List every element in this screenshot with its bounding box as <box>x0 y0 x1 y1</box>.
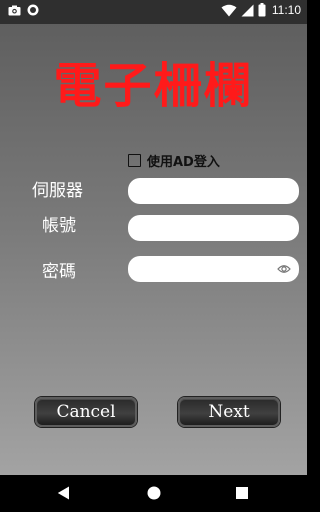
signal-icon <box>241 4 254 16</box>
account-label: 帳號 <box>42 216 76 236</box>
login-screen: 電子柵欄 使用AD登入 伺服器 帳號 密碼 Cancel Next <box>0 24 307 475</box>
server-input[interactable] <box>128 178 299 204</box>
password-input[interactable] <box>128 256 299 282</box>
status-bar: 11:10 <box>0 0 307 24</box>
ad-login-label: 使用AD登入 <box>147 155 220 170</box>
camera-icon <box>8 5 21 15</box>
cancel-button[interactable]: Cancel <box>35 397 137 427</box>
navigation-bar <box>0 475 307 512</box>
ad-login-option[interactable]: 使用AD登入 <box>128 151 220 170</box>
status-right-icons: 11:10 <box>221 3 301 17</box>
record-icon <box>27 4 39 16</box>
status-left-icons <box>8 4 39 16</box>
wifi-icon <box>221 4 237 16</box>
server-label: 伺服器 <box>32 181 83 201</box>
ad-login-checkbox[interactable] <box>128 154 141 167</box>
battery-icon <box>258 3 266 17</box>
next-button[interactable]: Next <box>178 397 280 427</box>
recents-icon[interactable] <box>236 487 248 499</box>
home-icon[interactable] <box>147 486 161 500</box>
eye-icon[interactable] <box>277 264 291 274</box>
app-title: 電子柵欄 <box>53 58 254 114</box>
account-input[interactable] <box>128 215 299 241</box>
back-icon[interactable] <box>57 486 70 500</box>
password-label: 密碼 <box>42 262 76 282</box>
status-time: 11:10 <box>271 3 301 17</box>
